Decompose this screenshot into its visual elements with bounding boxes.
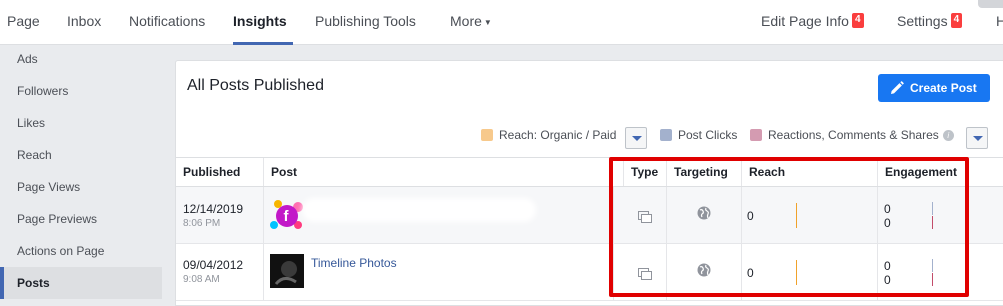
legend-swatch xyxy=(750,129,762,141)
sidebar-item-page-previews[interactable]: Page Previews xyxy=(0,203,162,235)
column-divider xyxy=(263,244,264,301)
column-divider xyxy=(263,187,264,244)
insights-sidebar: Ads Followers Likes Reach Page Views Pag… xyxy=(0,46,162,306)
legend-swatch xyxy=(660,129,672,141)
notification-badge: 4 xyxy=(851,13,864,28)
notification-badge: 4 xyxy=(950,13,963,28)
pencil-icon xyxy=(891,81,904,94)
legend-post-clicks: Post Clicks xyxy=(660,127,737,143)
sidebar-item-likes[interactable]: Likes xyxy=(0,107,162,139)
create-post-button[interactable]: Create Post xyxy=(878,74,990,102)
edit-page-info-link[interactable]: Edit Page Info 4 xyxy=(761,0,864,45)
caret-down-icon: ▼ xyxy=(483,18,492,27)
reach-metric-dropdown[interactable] xyxy=(625,127,647,149)
published-date: 09/04/2012 xyxy=(183,258,244,272)
settings-link[interactable]: Settings 4 xyxy=(897,0,963,45)
search-icon[interactable] xyxy=(978,0,1003,8)
sidebar-item-followers[interactable]: Followers xyxy=(0,75,162,107)
nav-tab-insights[interactable]: Insights xyxy=(233,0,293,45)
legend-swatch xyxy=(481,129,493,141)
sidebar-item-reach[interactable]: Reach xyxy=(0,139,162,171)
sidebar-item-page-views[interactable]: Page Views xyxy=(0,171,162,203)
top-navigation: Page Inbox Notifications Insights Publis… xyxy=(0,0,1003,45)
info-icon[interactable]: i xyxy=(942,130,954,141)
published-date: 12/14/2019 xyxy=(183,202,244,216)
highlight-annotation-box xyxy=(609,157,969,297)
published-time: 9:08 AM xyxy=(183,274,220,285)
engagement-metric-dropdown[interactable] xyxy=(966,127,988,149)
nav-tab-notifications[interactable]: Notifications xyxy=(129,0,205,45)
panel-title: All Posts Published xyxy=(187,77,324,94)
sidebar-item-ads[interactable]: Ads xyxy=(0,43,162,75)
nav-tab-page[interactable]: Page xyxy=(7,0,40,45)
post-thumbnail[interactable] xyxy=(270,254,304,288)
sidebar-item-posts[interactable]: Posts xyxy=(0,267,162,299)
post-thumbnail[interactable]: f xyxy=(270,199,304,233)
nav-tab-publishing-tools[interactable]: Publishing Tools xyxy=(315,0,416,45)
sidebar-item-actions-on-page[interactable]: Actions on Page xyxy=(0,235,162,267)
legend-reactions: Reactions, Comments & Shares i xyxy=(750,127,954,143)
legend-reach: Reach: Organic / Paid xyxy=(481,127,616,143)
column-header-post[interactable]: Post xyxy=(263,158,613,186)
published-time: 8:06 PM xyxy=(183,218,221,229)
nav-tab-inbox[interactable]: Inbox xyxy=(67,0,101,45)
column-header-published[interactable]: Published xyxy=(176,158,263,186)
redacted-post-text xyxy=(306,202,532,218)
post-title-link[interactable]: Timeline Photos xyxy=(311,256,397,270)
nav-tab-more[interactable]: More ▼ xyxy=(450,0,492,45)
